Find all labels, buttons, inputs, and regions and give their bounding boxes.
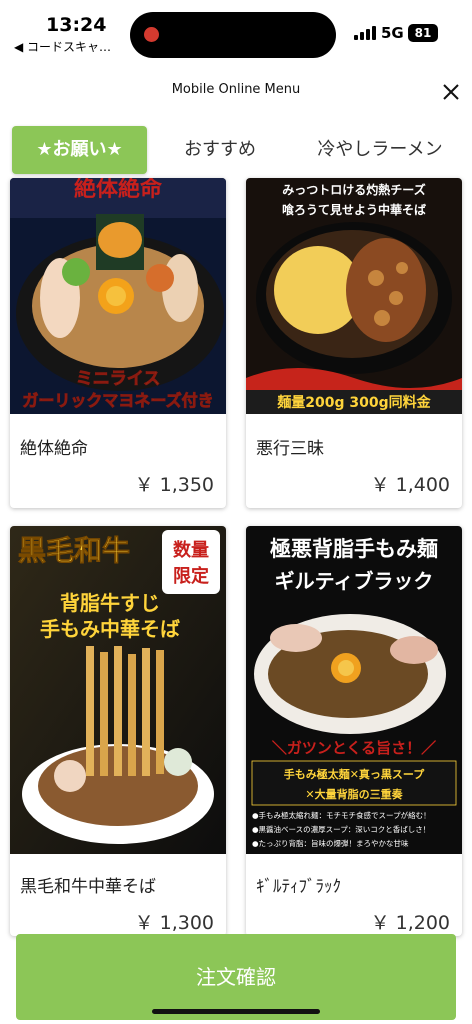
tab-hiyashi-ramen[interactable]: 冷やしラーメン	[300, 126, 460, 174]
svg-text:●手もみ極太縮れ麺：モチモチ食感でスープが絡む！: ●手もみ極太縮れ麺：モチモチ食感でスープが絡む！	[252, 810, 431, 820]
status-bar: 13:24 ◀ コードスキャ… 5G 81	[0, 0, 472, 64]
product-name: ｷﾞﾙﾃｨﾌﾞﾗｯｸ	[256, 877, 341, 897]
svg-text:手もみ中華そば: 手もみ中華そば	[40, 617, 180, 641]
product-price: ￥ 1,200	[370, 912, 450, 934]
home-indicator[interactable]	[152, 1009, 320, 1014]
svg-text:＼ガツンとくる旨さ！／: ＼ガツンとくる旨さ！／	[272, 739, 436, 757]
recording-indicator-icon	[144, 27, 159, 42]
svg-text:背脂牛すじ: 背脂牛すじ	[60, 591, 160, 615]
svg-text:ギルティブラック: ギルティブラック	[275, 569, 434, 593]
product-card-zettai-zetsumei[interactable]: 絶体絶命 ミニライス ガーリックマヨネーズ付き 絶体絶命 ￥ 1,350	[10, 178, 226, 508]
product-card-akugyou-zanmai[interactable]: みっつトロける灼熱チーズ 喰ろうて見せよう中華そば 麺量200g 300g同料金…	[246, 178, 462, 508]
close-icon[interactable]	[438, 80, 464, 104]
product-image: 絶体絶命 ミニライス ガーリックマヨネーズ付き	[10, 178, 226, 414]
product-name: 黒毛和牛中華そば	[20, 877, 156, 897]
menu-page: 13:24 ◀ コードスキャ… 5G 81 Mobile Online Menu…	[0, 0, 472, 1024]
svg-text:●たっぷり背脂：旨味の爆弾！まろやかな甘味: ●たっぷり背脂：旨味の爆弾！まろやかな甘味	[252, 838, 409, 848]
svg-text:限定: 限定	[173, 565, 209, 587]
product-price: ￥ 1,350	[134, 474, 214, 496]
page-title: Mobile Online Menu	[171, 82, 301, 97]
product-name: 悪行三昧	[256, 439, 324, 459]
svg-text:麺量200g 300g同料金: 麺量200g 300g同料金	[276, 394, 431, 411]
product-image: 極悪背脂手もみ麺 ギルティブラック ＼ガツンとくる旨さ！／ 手もみ極太麺✕真っ黒…	[246, 526, 462, 854]
category-tabs: ★お願い★ おすすめ 冷やしラーメン	[0, 118, 472, 174]
clock: 13:24	[46, 14, 107, 36]
back-to-app-link[interactable]: ◀ コードスキャ…	[14, 38, 111, 55]
svg-text:喰ろうて見せよう中華そば: 喰ろうて見せよう中華そば	[282, 202, 426, 217]
svg-text:ガーリックマヨネーズ付き: ガーリックマヨネーズ付き	[22, 391, 213, 410]
product-card-guilty-black[interactable]: 極悪背脂手もみ麺 ギルティブラック ＼ガツンとくる旨さ！／ 手もみ極太麺✕真っ黒…	[246, 526, 462, 936]
dynamic-island	[130, 12, 336, 58]
confirm-order-button[interactable]: 注文確認	[16, 934, 456, 1020]
product-price: ￥ 1,300	[134, 912, 214, 934]
svg-text:●黒醤油ベースの濃厚スープ：深いコクと香ばしさ！: ●黒醤油ベースの濃厚スープ：深いコクと香ばしさ！	[252, 824, 430, 834]
product-image: 黒毛和牛 数量 限定 背脂牛すじ 手もみ中華そば	[10, 526, 226, 854]
svg-text:絶体絶命: 絶体絶命	[74, 178, 163, 202]
product-price: ￥ 1,400	[370, 474, 450, 496]
svg-text:みっつトロける灼熱チーズ: みっつトロける灼熱チーズ	[282, 182, 425, 197]
svg-text:黒毛和牛: 黒毛和牛	[18, 534, 130, 567]
product-name: 絶体絶命	[20, 439, 88, 459]
battery-icon: 81	[408, 24, 438, 42]
svg-text:数量: 数量	[173, 539, 209, 561]
svg-text:極悪背脂手もみ麺: 極悪背脂手もみ麺	[270, 537, 438, 561]
svg-text:✕大量背脂の三重奏: ✕大量背脂の三重奏	[305, 787, 403, 801]
svg-text:手もみ極太麺✕真っ黒スープ: 手もみ極太麺✕真っ黒スープ	[284, 767, 426, 781]
tab-onegai[interactable]: ★お願い★	[12, 126, 147, 174]
signal-icon	[354, 26, 376, 40]
product-image: みっつトロける灼熱チーズ 喰ろうて見せよう中華そば 麺量200g 300g同料金	[246, 178, 462, 414]
tab-osusume[interactable]: おすすめ	[170, 126, 270, 174]
network-type: 5G	[381, 24, 404, 42]
product-card-kuroge-wagyu[interactable]: 黒毛和牛 数量 限定 背脂牛すじ 手もみ中華そば 黒毛和牛中華そば ￥ 1,30…	[10, 526, 226, 936]
svg-text:ミニライス: ミニライス	[76, 369, 161, 389]
